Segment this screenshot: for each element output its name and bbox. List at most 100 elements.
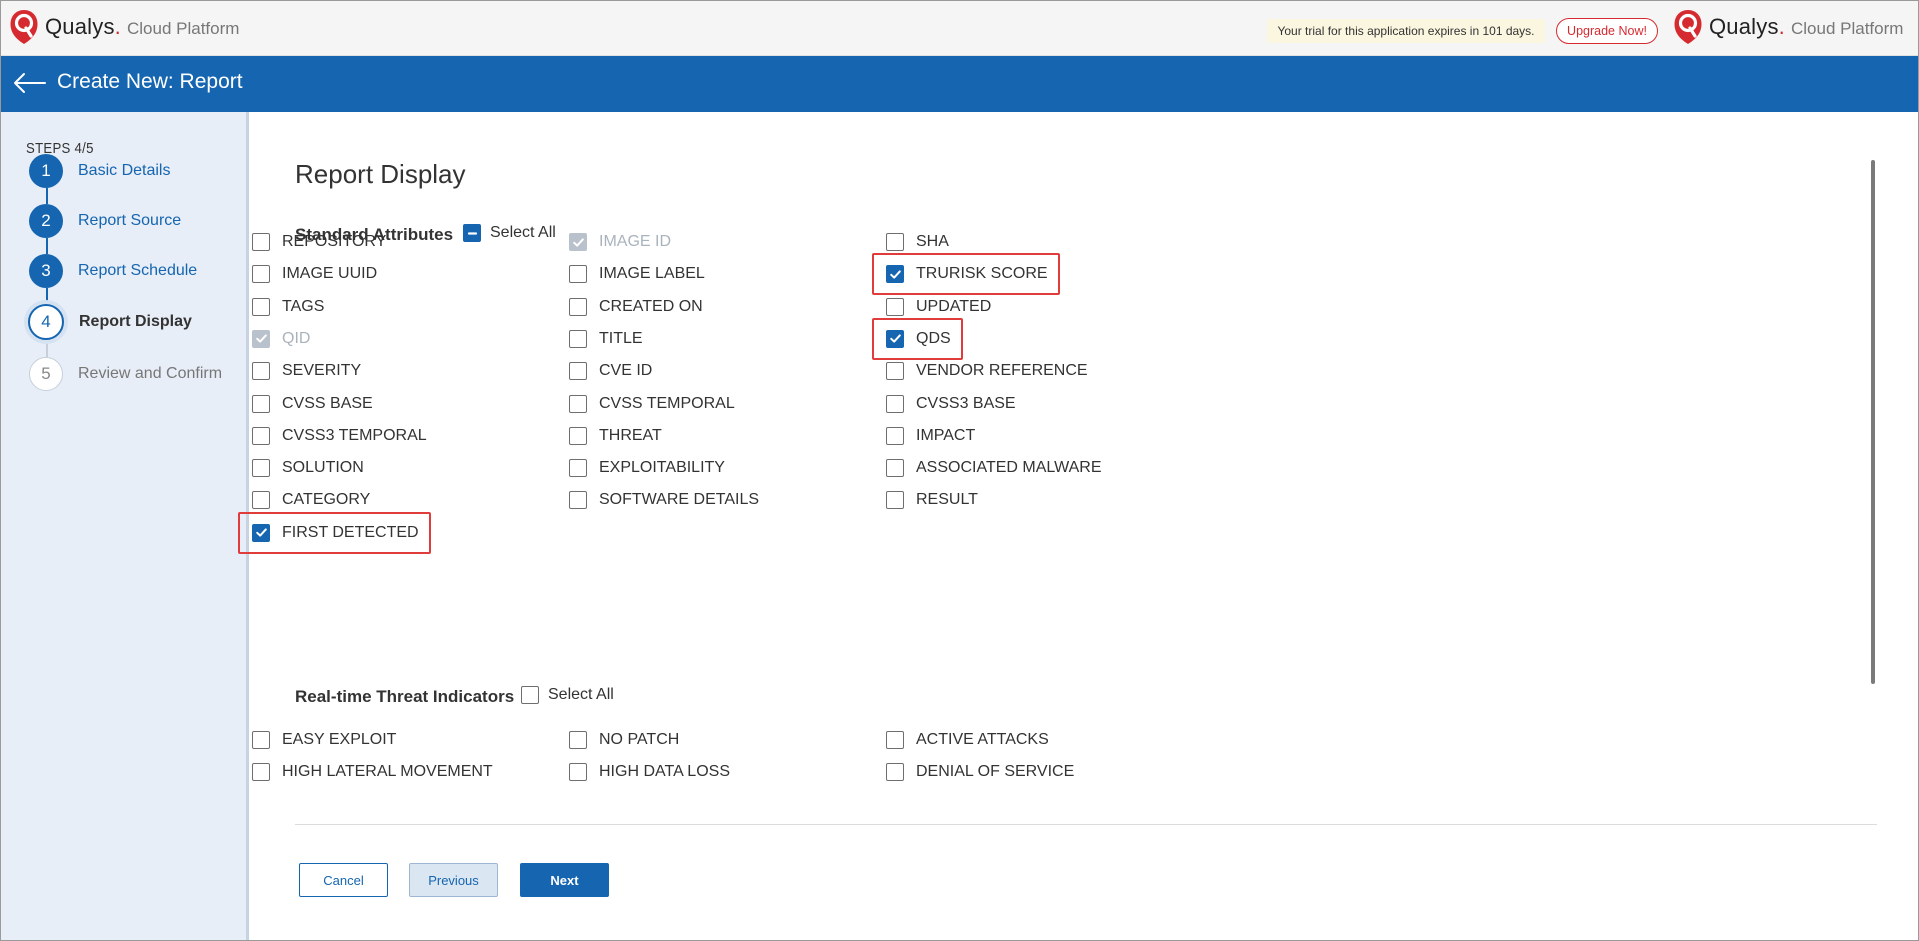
qualys-logo[interactable]: Qualys. Cloud Platform	[9, 9, 239, 45]
option-repository[interactable]: REPOSITORY	[252, 233, 386, 251]
option-label: HIGH LATERAL MOVEMENT	[282, 763, 493, 780]
previous-button[interactable]: Previous	[409, 863, 498, 897]
step-basic-details[interactable]: 1 Basic Details	[29, 154, 170, 188]
option-solution[interactable]: SOLUTION	[252, 459, 364, 478]
qualys-shield-icon	[10, 10, 38, 44]
option-software-details[interactable]: SOFTWARE DETAILS	[569, 491, 759, 510]
option-checkbox[interactable]	[569, 394, 587, 413]
option-title[interactable]: TITLE	[569, 329, 643, 348]
option-high-data-loss[interactable]: HIGH DATA LOSS	[569, 763, 730, 781]
option-vendor-reference[interactable]: VENDOR REFERENCE	[886, 362, 1088, 381]
option-label: CVSS TEMPORAL	[599, 394, 735, 412]
option-checkbox[interactable]	[569, 763, 587, 781]
option-checkbox[interactable]	[569, 731, 587, 749]
trial-notice: Your trial for this application expires …	[1267, 19, 1545, 43]
option-label: UPDATED	[916, 297, 992, 315]
step-report-display[interactable]: 4 Report Display	[28, 304, 192, 340]
option-checkbox[interactable]	[886, 459, 904, 478]
option-checkbox[interactable]	[886, 731, 904, 749]
option-cve-id[interactable]: CVE ID	[569, 362, 652, 381]
option-category[interactable]: CATEGORY	[252, 491, 370, 510]
option-checkbox[interactable]	[252, 362, 270, 381]
step-report-schedule[interactable]: 3 Report Schedule	[29, 254, 197, 288]
option-easy-exploit[interactable]: EASY EXPLOIT	[252, 731, 396, 749]
option-checkbox[interactable]	[252, 523, 270, 542]
option-first-detected[interactable]: FIRST DETECTED	[252, 523, 419, 542]
option-checkbox[interactable]	[252, 394, 270, 413]
option-checkbox[interactable]	[886, 394, 904, 413]
option-checkbox[interactable]	[252, 491, 270, 510]
option-label: TAGS	[282, 297, 325, 315]
option-cvss3-base[interactable]: CVSS3 BASE	[886, 394, 1016, 413]
option-active-attacks[interactable]: ACTIVE ATTACKS	[886, 731, 1049, 749]
back-arrow-icon[interactable]	[11, 68, 47, 98]
next-button[interactable]: Next	[520, 863, 609, 897]
option-checkbox[interactable]	[886, 329, 904, 348]
option-checkbox[interactable]	[252, 731, 270, 749]
select-all-checkbox[interactable]	[463, 224, 481, 242]
option-checkbox[interactable]	[252, 426, 270, 445]
option-checkbox[interactable]	[569, 329, 587, 348]
select-all-checkbox[interactable]	[521, 686, 539, 704]
option-image-label[interactable]: IMAGE LABEL	[569, 265, 705, 284]
option-checkbox[interactable]	[886, 426, 904, 445]
option-checkbox[interactable]	[252, 297, 270, 316]
option-tags[interactable]: TAGS	[252, 297, 325, 316]
select-all-label: Select All	[548, 686, 614, 703]
app-window: Qualys. Cloud Platform Your trial for th…	[0, 0, 1919, 941]
option-updated[interactable]: UPDATED	[886, 297, 992, 316]
option-checkbox[interactable]	[886, 491, 904, 510]
option-result[interactable]: RESULT	[886, 491, 978, 510]
section-heading: Report Display	[295, 159, 466, 189]
option-checkbox[interactable]	[569, 265, 587, 284]
option-cvss3-temporal[interactable]: CVSS3 TEMPORAL	[252, 426, 427, 445]
option-image-uuid[interactable]: IMAGE UUID	[252, 265, 377, 284]
qualys-logo-right[interactable]: Qualys. Cloud Platform	[1673, 9, 1903, 45]
option-severity[interactable]: SEVERITY	[252, 362, 362, 381]
checkmark-icon	[889, 334, 901, 343]
option-cvss-base[interactable]: CVSS BASE	[252, 394, 373, 413]
option-associated-malware[interactable]: ASSOCIATED MALWARE	[886, 459, 1102, 478]
footer-divider	[295, 824, 1877, 825]
option-checkbox[interactable]	[252, 233, 270, 251]
title-bar: Create New: Report	[1, 56, 1918, 112]
option-checkbox[interactable]	[569, 491, 587, 510]
option-threat[interactable]: THREAT	[569, 426, 662, 445]
step-label: Review and Confirm	[78, 365, 223, 382]
option-created-on[interactable]: CREATED ON	[569, 297, 703, 316]
option-impact[interactable]: IMPACT	[886, 426, 975, 445]
option-checkbox[interactable]	[886, 362, 904, 381]
option-checkbox[interactable]	[886, 233, 904, 251]
brand-name: Qualys.	[45, 14, 121, 39]
option-label: SEVERITY	[282, 362, 362, 380]
option-trurisk-score[interactable]: TRURISK SCORE	[886, 265, 1048, 284]
option-label: NO PATCH	[599, 731, 680, 748]
standard-select-all[interactable]: Select All	[463, 224, 556, 242]
option-sha[interactable]: SHA	[886, 233, 949, 251]
threat-select-all[interactable]: Select All	[521, 686, 614, 704]
upgrade-now-button[interactable]: Upgrade Now!	[1556, 18, 1658, 44]
cancel-button[interactable]: Cancel	[299, 863, 388, 897]
option-checkbox	[569, 233, 587, 251]
option-checkbox[interactable]	[569, 362, 587, 381]
option-checkbox[interactable]	[252, 763, 270, 781]
step-report-source[interactable]: 2 Report Source	[29, 204, 181, 238]
option-label: CVSS3 BASE	[916, 394, 1016, 412]
option-qds[interactable]: QDS	[886, 329, 951, 348]
option-denial-of-service[interactable]: DENIAL OF SERVICE	[886, 763, 1074, 781]
option-label: CVSS BASE	[282, 394, 373, 412]
option-checkbox[interactable]	[886, 265, 904, 284]
option-checkbox[interactable]	[886, 763, 904, 781]
option-checkbox[interactable]	[569, 426, 587, 445]
option-cvss-temporal[interactable]: CVSS TEMPORAL	[569, 394, 735, 413]
scrollbar[interactable]	[1871, 160, 1875, 684]
option-checkbox[interactable]	[252, 265, 270, 284]
option-checkbox[interactable]	[569, 459, 587, 478]
step-review-and-confirm[interactable]: 5 Review and Confirm	[29, 357, 222, 391]
option-checkbox[interactable]	[252, 459, 270, 478]
option-no-patch[interactable]: NO PATCH	[569, 731, 679, 749]
option-high-lateral-movement[interactable]: HIGH LATERAL MOVEMENT	[252, 763, 493, 781]
option-checkbox[interactable]	[569, 297, 587, 316]
option-exploitability[interactable]: EXPLOITABILITY	[569, 459, 725, 478]
option-checkbox[interactable]	[886, 297, 904, 316]
